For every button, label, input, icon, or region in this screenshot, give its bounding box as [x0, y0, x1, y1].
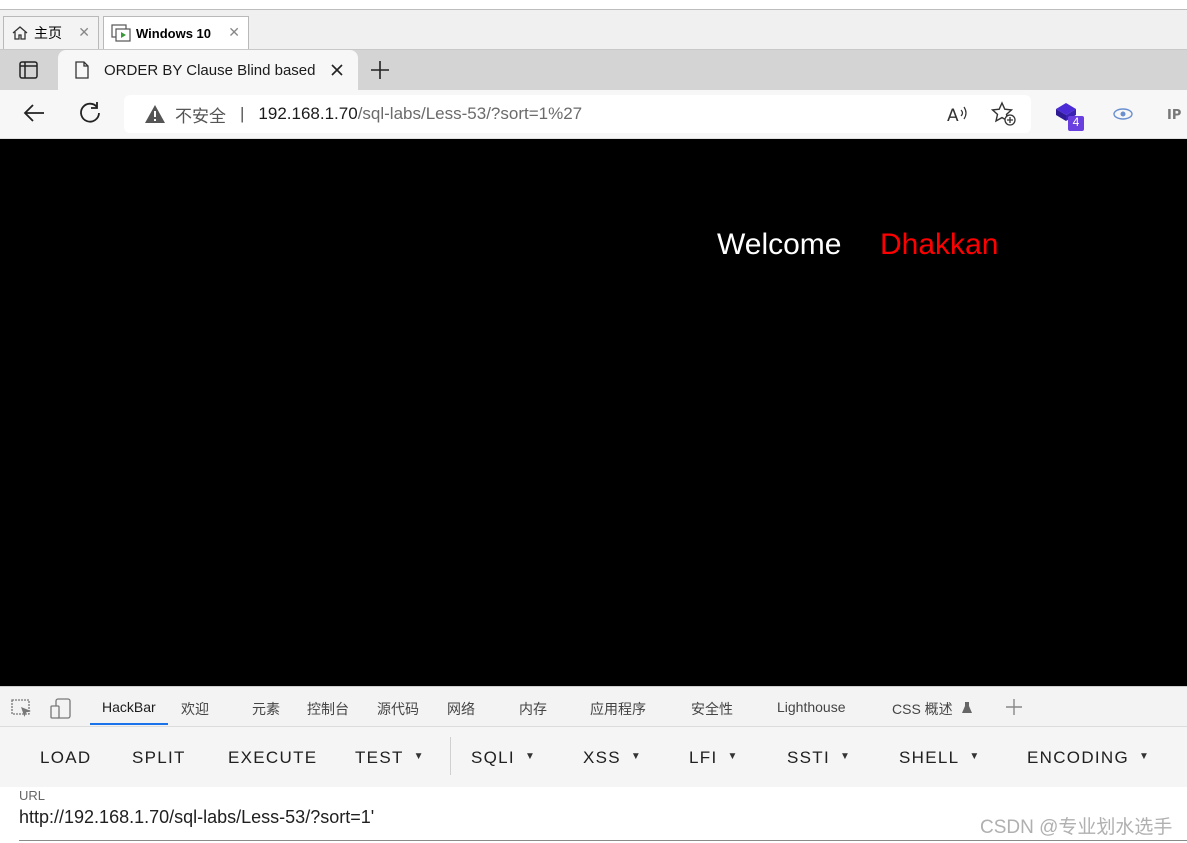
- xss-menu-label: XSS: [583, 748, 621, 767]
- caret-down-icon: ▼: [727, 751, 739, 763]
- browser-tab-title: ORDER BY Clause Blind based: [104, 61, 316, 79]
- lfi-menu-label: LFI: [689, 748, 718, 767]
- back-icon[interactable]: [22, 102, 46, 124]
- vm-tab-windows10-label: Windows 10: [136, 25, 212, 41]
- devtools-tab-sources[interactable]: 源代码: [377, 699, 419, 719]
- home-icon: [12, 26, 28, 40]
- caret-down-icon: ▼: [969, 751, 981, 763]
- caret-down-icon: ▼: [1139, 751, 1151, 763]
- test-menu-label: TEST: [355, 748, 404, 767]
- caret-down-icon: ▼: [840, 751, 852, 763]
- url-input-underline: [19, 840, 1187, 841]
- url-path: /sql-labs/Less-53/?sort=1%27: [357, 104, 583, 123]
- load-button[interactable]: LOAD: [40, 748, 92, 768]
- address-bar[interactable]: 不安全 | 192.168.1.70/sql-labs/Less-53/?sor…: [124, 95, 1031, 133]
- active-tab-indicator: [90, 723, 168, 725]
- encoding-menu-button[interactable]: ENCODING ▼: [1027, 748, 1150, 768]
- devtools-tab-css-overview[interactable]: CSS 概述: [892, 699, 973, 719]
- page-icon: [75, 61, 89, 79]
- devtools-tab-application[interactable]: 应用程序: [590, 699, 646, 719]
- add-tab-icon[interactable]: [1004, 697, 1024, 717]
- device-emulation-icon[interactable]: [50, 698, 72, 720]
- split-button[interactable]: SPLIT: [132, 748, 186, 768]
- sqli-menu-label: SQLI: [471, 748, 515, 767]
- execute-button[interactable]: EXECUTE: [228, 748, 317, 768]
- close-icon[interactable]: ✕: [228, 24, 240, 41]
- test-menu-button[interactable]: TEST ▼: [355, 748, 425, 768]
- tab-actions-icon[interactable]: [18, 60, 40, 80]
- vm-tab-home[interactable]: 主页 ✕: [3, 16, 99, 49]
- devtools-tab-memory[interactable]: 内存: [519, 699, 547, 719]
- caret-down-icon: ▼: [413, 751, 425, 763]
- vm-tab-home-label: 主页: [34, 25, 62, 41]
- ssti-menu-button[interactable]: SSTI ▼: [787, 748, 851, 768]
- encoding-menu-label: ENCODING: [1027, 748, 1130, 767]
- address-divider: |: [240, 104, 245, 123]
- watermark-text: CSDN @专业划水选手: [980, 817, 1173, 838]
- welcome-text: Welcome: [717, 228, 842, 261]
- eye-extension-icon[interactable]: [1112, 106, 1134, 122]
- vm-top-divider: [0, 9, 1187, 10]
- close-tab-icon[interactable]: [329, 62, 345, 78]
- extension-badge: 4: [1072, 115, 1080, 129]
- security-label[interactable]: 不安全: [175, 102, 226, 127]
- toolbar-separator: [450, 737, 451, 775]
- devtools-tab-hackbar[interactable]: HackBar: [102, 699, 156, 715]
- new-tab-icon[interactable]: [369, 59, 391, 81]
- vm-tab-windows10[interactable]: Windows 10 ✕: [103, 16, 249, 49]
- shell-menu-button[interactable]: SHELL ▼: [899, 748, 981, 768]
- inspect-element-icon[interactable]: [11, 699, 33, 719]
- devtools-tab-network[interactable]: 网络: [447, 699, 475, 719]
- lfi-menu-button[interactable]: LFI ▼: [689, 748, 739, 768]
- devtools-tab-css-overview-label: CSS 概述: [892, 701, 953, 717]
- devtools-tab-console[interactable]: 控制台: [307, 699, 349, 719]
- sqli-menu-button[interactable]: SQLI ▼: [471, 748, 536, 768]
- url-host: 192.168.1.70: [258, 104, 358, 123]
- vm-screen-icon: [111, 24, 131, 42]
- close-icon[interactable]: ✕: [78, 24, 90, 41]
- experiment-flask-icon: [961, 702, 972, 713]
- shell-menu-label: SHELL: [899, 748, 960, 767]
- devtools-tab-elements[interactable]: 元素: [252, 699, 280, 719]
- devtools-tab-security[interactable]: 安全性: [691, 699, 733, 719]
- url-field-label: URL: [19, 788, 46, 803]
- svg-text:A: A: [947, 106, 959, 125]
- caret-down-icon: ▼: [630, 751, 643, 763]
- xss-menu-button[interactable]: XSS ▼: [583, 748, 642, 768]
- warning-icon: [145, 105, 165, 123]
- refresh-icon[interactable]: [78, 101, 102, 125]
- caret-down-icon: ▼: [524, 751, 537, 763]
- ip-extension-icon[interactable]: IP: [1166, 103, 1187, 125]
- devtools-tab-welcome[interactable]: 欢迎: [181, 699, 209, 719]
- browser-tab-active[interactable]: ORDER BY Clause Blind based: [58, 50, 358, 90]
- user-name-text: Dhakkan: [880, 228, 999, 261]
- favorite-add-icon[interactable]: [991, 101, 1017, 127]
- svg-text:IP: IP: [1167, 108, 1181, 123]
- page-viewport: [0, 139, 1187, 686]
- read-aloud-icon[interactable]: A: [946, 103, 970, 125]
- url-input[interactable]: http://192.168.1.70/sql-labs/Less-53/?so…: [19, 807, 374, 828]
- ssti-menu-label: SSTI: [787, 748, 830, 767]
- devtools-tab-lighthouse[interactable]: Lighthouse: [777, 699, 846, 715]
